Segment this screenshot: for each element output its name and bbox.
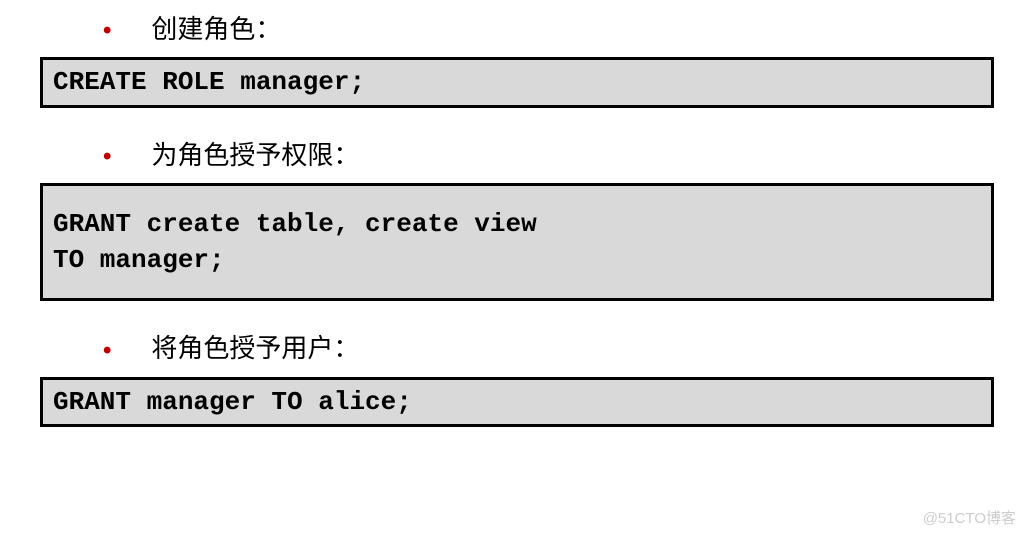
bullet-icon: • — [103, 13, 111, 49]
section-grant-role: • 将角色授予用户： GRANT manager TO alice; — [20, 329, 1004, 427]
bullet-line: • 创建角色： — [20, 10, 1004, 49]
section-grant-privileges: • 为角色授予权限： GRANT create table, create vie… — [20, 136, 1004, 302]
bullet-line: • 将角色授予用户： — [20, 329, 1004, 368]
code-box-grant-role: GRANT manager TO alice; — [40, 377, 994, 427]
section-create-role: • 创建角色： CREATE ROLE manager; — [20, 10, 1004, 108]
bullet-line: • 为角色授予权限： — [20, 136, 1004, 175]
bullet-icon: • — [103, 333, 111, 369]
watermark: @51CTO博客 — [923, 507, 1016, 528]
bullet-icon: • — [103, 139, 111, 175]
bullet-text-grant-role: 将角色授予用户： — [151, 333, 359, 363]
code-box-create-role: CREATE ROLE manager; — [40, 57, 994, 107]
code-box-grant-privileges: GRANT create table, create view TO manag… — [40, 183, 994, 302]
bullet-text-create-role: 创建角色： — [151, 14, 281, 44]
bullet-text-grant-privileges: 为角色授予权限： — [151, 140, 359, 170]
